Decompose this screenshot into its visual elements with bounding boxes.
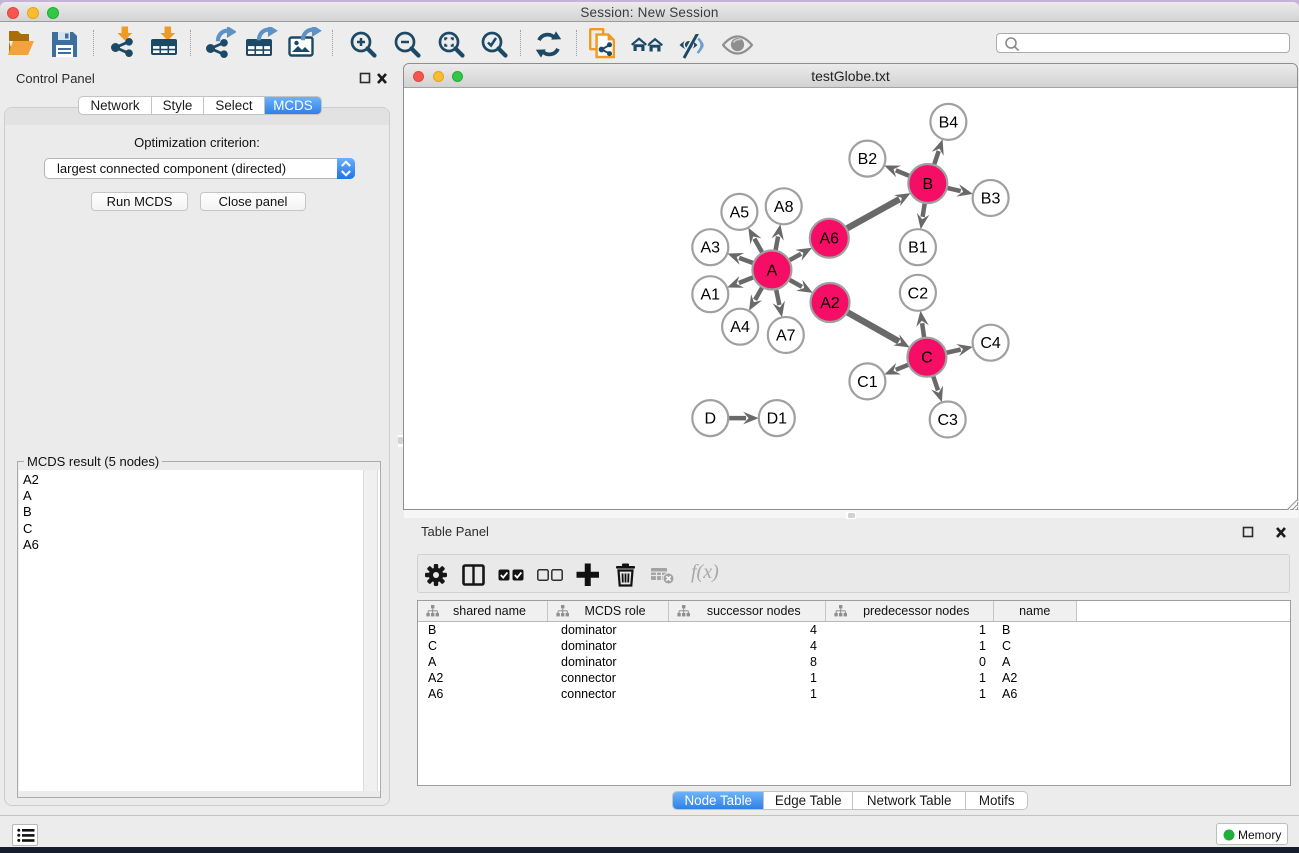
- svg-text:A8: A8: [774, 199, 794, 216]
- svg-text:C: C: [921, 350, 933, 367]
- svg-text:A1: A1: [701, 287, 721, 304]
- svg-text:A7: A7: [776, 328, 796, 345]
- svg-text:C4: C4: [980, 335, 1001, 352]
- svg-text:A: A: [767, 263, 778, 280]
- svg-text:D: D: [705, 411, 717, 428]
- svg-text:C3: C3: [937, 412, 958, 429]
- svg-text:B: B: [922, 176, 933, 193]
- svg-text:A2: A2: [820, 295, 840, 312]
- svg-text:A5: A5: [730, 204, 750, 221]
- svg-text:A3: A3: [701, 240, 721, 257]
- svg-text:A4: A4: [730, 319, 750, 336]
- svg-text:D1: D1: [767, 411, 788, 428]
- svg-text:A6: A6: [820, 231, 840, 248]
- svg-text:B2: B2: [858, 151, 878, 168]
- svg-text:C2: C2: [908, 285, 929, 302]
- svg-text:C1: C1: [857, 374, 878, 391]
- svg-text:B3: B3: [981, 191, 1001, 208]
- svg-text:B4: B4: [939, 114, 959, 131]
- svg-text:B1: B1: [908, 240, 928, 257]
